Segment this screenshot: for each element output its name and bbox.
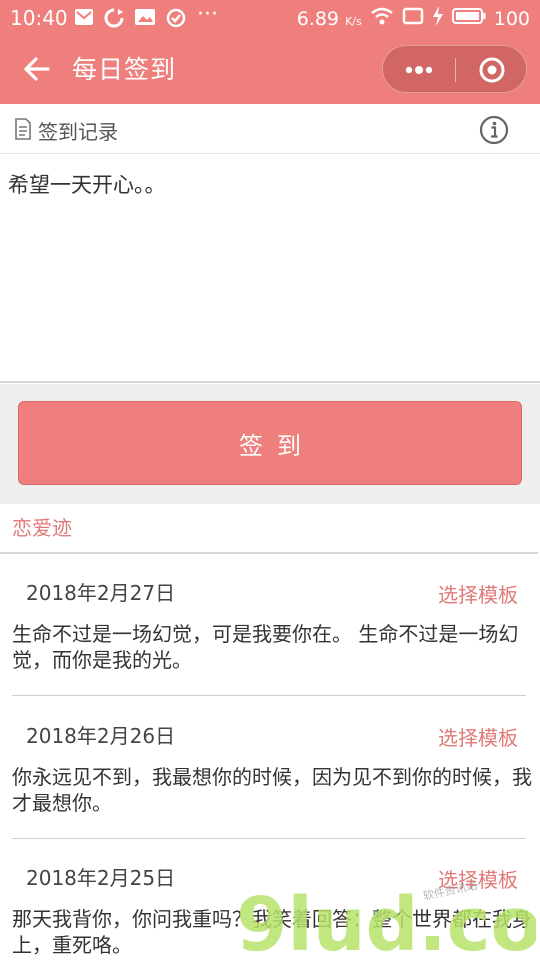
sign-area: 签到 [0,384,540,504]
mail-icon [74,8,94,31]
records-label[interactable]: 签到记录 [38,116,118,145]
battery-icon [451,7,486,30]
choose-template-link[interactable]: 选择模板 [438,722,518,751]
sync-icon [104,8,124,33]
document-icon [14,118,32,144]
status-right: 6.89 K/s 100 [297,6,530,31]
watermark-logo: 9lud.com 软件资讯站 [236,866,540,960]
entry-date: 2018年2月25日 [26,866,176,890]
entry-date: 2018年2月27日 [26,581,176,605]
note-text: 希望一天开心。。 [8,173,166,197]
wifi-icon [370,7,394,30]
charging-icon [432,6,444,31]
check-circle-icon [166,8,186,33]
back-arrow-icon[interactable] [20,52,54,86]
choose-template-link[interactable]: 选择模板 [438,579,518,608]
entry-content: 生命不过是一场幻觉，可是我要你在。 生命不过是一场幻觉，而你是我的光。 [12,622,519,672]
nav-header: 每日签到 [0,34,540,104]
battery-level: 100 [493,7,530,30]
entry-divider [12,838,526,839]
image-icon [134,8,156,31]
entry-divider [12,695,526,696]
status-time: 10:40 [10,6,68,30]
top-bar: 10:40 ··· 6.89 K/s 100 每日签到 [0,0,540,104]
close-target-icon[interactable] [456,46,528,94]
section-divider [0,552,538,554]
records-bar[interactable]: 签到记录 [0,104,540,154]
network-speed: 6.89 K/s [296,7,362,30]
more-notifications-icon: ··· [197,2,218,27]
info-icon[interactable] [479,115,509,149]
mini-program-capsule [382,45,527,93]
entry-date: 2018年2月26日 [26,724,176,748]
note-textarea[interactable]: 希望一天开心。。 [0,155,540,383]
entry-content: 你永远见不到，我最想你的时候，因为见不到你的时候，我才最想你。 [12,765,532,815]
screen-icon [402,7,424,30]
status-bar: 10:40 ··· 6.89 K/s 100 [0,0,540,34]
watermark-brand: 9lud.com [236,882,536,960]
more-menu-icon[interactable] [383,46,455,94]
app-root: 10:40 ··· 6.89 K/s 100 每日签到 签到记录 希望一天开心。… [0,0,540,960]
section-title: 恋爱迹 [12,516,72,540]
page-title: 每日签到 [72,55,177,84]
sign-in-button[interactable]: 签到 [18,401,522,485]
